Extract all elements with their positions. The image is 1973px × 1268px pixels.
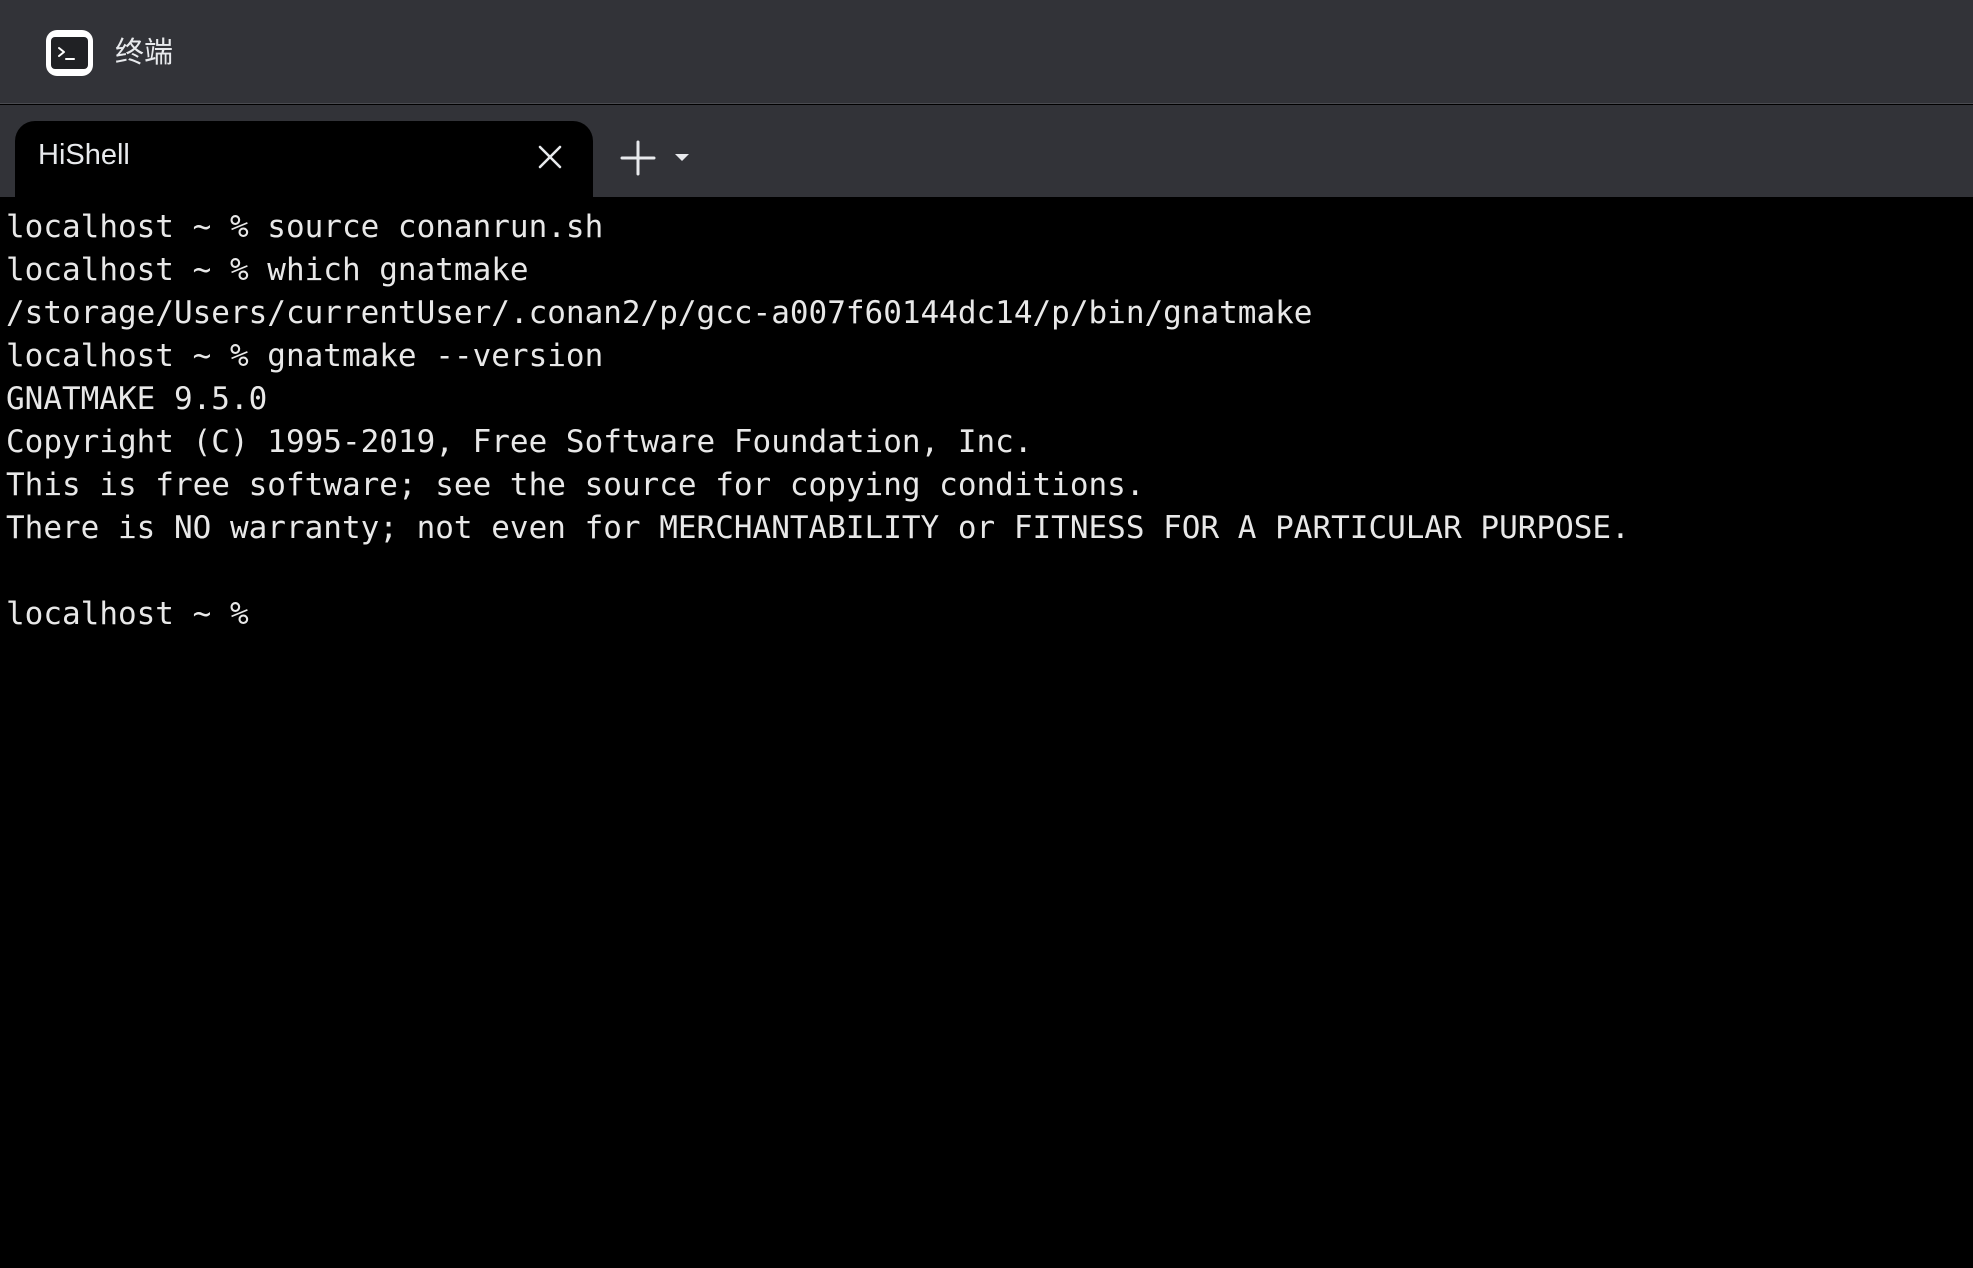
terminal-app-icon <box>46 30 93 76</box>
terminal-line: localhost ~ % source conanrun.sh <box>6 209 604 245</box>
tab-hishell[interactable]: HiShell <box>15 121 593 197</box>
terminal-line: localhost ~ % which gnatmake <box>6 252 529 288</box>
app-title: 终端 <box>115 35 174 69</box>
terminal-line: localhost ~ % gnatmake --version <box>6 338 604 374</box>
tab-label: HiShell <box>38 139 130 171</box>
terminal-line: Copyright (C) 1995-2019, Free Software F… <box>6 424 1033 460</box>
terminal-line: /storage/Users/currentUser/.conan2/p/gcc… <box>6 295 1313 331</box>
terminal-lines: localhost ~ % source conanrun.sh localho… <box>6 206 1630 636</box>
close-icon[interactable] <box>535 142 565 172</box>
terminal-line: GNATMAKE 9.5.0 <box>6 381 268 417</box>
terminal-line: This is free software; see the source fo… <box>6 467 1145 503</box>
terminal-prompt[interactable]: localhost ~ % <box>6 593 1630 636</box>
terminal-output[interactable]: localhost ~ % source conanrun.sh localho… <box>0 197 1973 1268</box>
terminal-line: There is NO warranty; not even for MERCH… <box>6 510 1630 546</box>
title-bar: 终端 <box>0 0 1973 104</box>
plus-icon[interactable] <box>618 138 658 178</box>
caret-down-icon[interactable] <box>670 145 694 169</box>
tab-bar: HiShell <box>0 105 1973 197</box>
